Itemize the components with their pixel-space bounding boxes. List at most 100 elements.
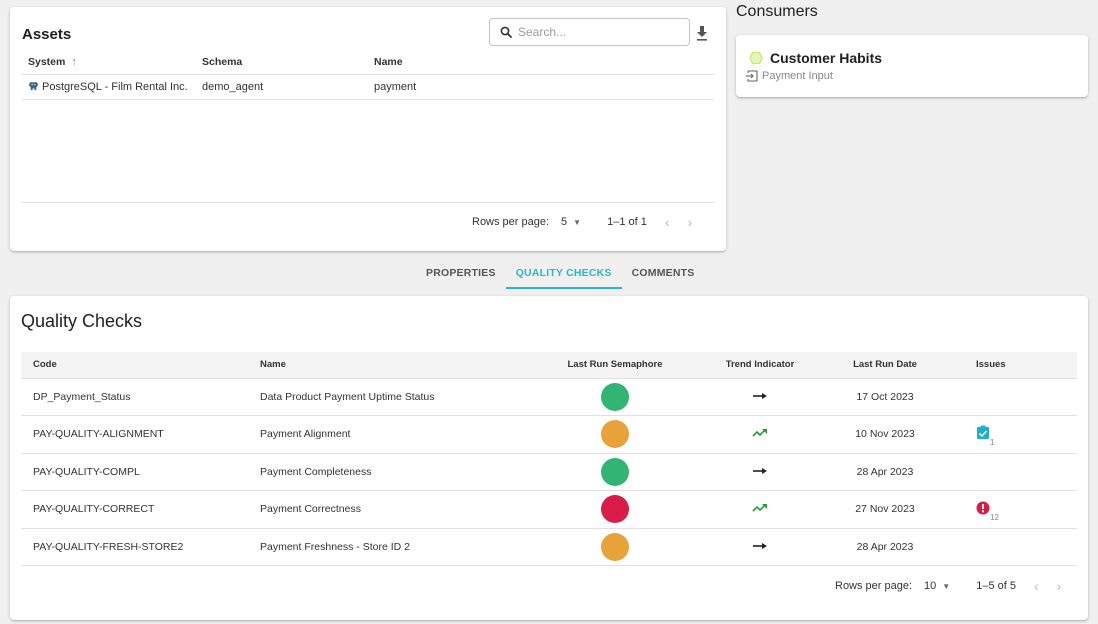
rows-per-page-label: Rows per page: bbox=[472, 216, 550, 228]
search-field[interactable] bbox=[489, 18, 690, 46]
issue-count: 1 bbox=[990, 438, 995, 448]
tab-quality-checks[interactable]: QUALITY CHECKS bbox=[505, 260, 622, 289]
cell-trend bbox=[700, 490, 820, 529]
consumer-port: Payment Input bbox=[745, 70, 833, 82]
cell-date: 27 Nov 2023 bbox=[820, 490, 950, 529]
rows-per-page-select[interactable]: 10 ▼ bbox=[924, 580, 950, 592]
postgresql-icon bbox=[29, 82, 38, 91]
column-header-name[interactable]: Name bbox=[368, 51, 714, 75]
cell-issues bbox=[950, 453, 1077, 491]
quality-checks-card: Quality Checks Code Name Last Run Semaph… bbox=[10, 296, 1088, 620]
sort-ascending-icon[interactable]: ↑ bbox=[71, 56, 77, 68]
trend-stable-icon bbox=[752, 541, 768, 553]
tab-bar: PROPERTIES QUALITY CHECKS COMMENTS bbox=[416, 260, 705, 289]
assets-title: Assets bbox=[22, 26, 72, 43]
cell-trend bbox=[700, 378, 820, 416]
quality-checks-table: Code Name Last Run Semaphore Trend Indic… bbox=[21, 352, 1077, 566]
page-range: 1–1 of 1 bbox=[607, 216, 647, 228]
cell-issues: 12 bbox=[950, 490, 1077, 529]
trend-up-icon bbox=[752, 503, 768, 516]
trend-up-icon bbox=[752, 428, 768, 441]
column-header-code[interactable]: Code bbox=[21, 352, 260, 379]
semaphore-red-indicator bbox=[601, 495, 629, 524]
cell-trend bbox=[700, 415, 820, 454]
column-header-name[interactable]: Name bbox=[260, 352, 530, 379]
cell-semaphore bbox=[530, 528, 700, 566]
column-header-trend[interactable]: Trend Indicator bbox=[700, 352, 820, 379]
semaphore-orange-indicator bbox=[601, 532, 629, 561]
semaphore-orange-indicator bbox=[601, 420, 629, 449]
cell-name: Payment Alignment bbox=[260, 415, 530, 454]
assets-table: System ↑ Schema Name PostgreSQL - Film Re… bbox=[22, 51, 714, 100]
alert-circle-icon bbox=[976, 501, 990, 518]
column-header-schema[interactable]: Schema bbox=[196, 51, 368, 75]
cell-name: Payment Freshness - Store ID 2 bbox=[260, 528, 530, 566]
tab-properties[interactable]: PROPERTIES bbox=[416, 260, 506, 289]
trend-stable-icon bbox=[752, 466, 768, 478]
column-header-system[interactable]: System ↑ bbox=[22, 51, 196, 75]
next-page-button[interactable]: › bbox=[688, 214, 693, 230]
column-header-semaphore[interactable]: Last Run Semaphore bbox=[530, 352, 700, 379]
cell-name: Payment Completeness bbox=[260, 453, 530, 491]
prev-page-button[interactable]: ‹ bbox=[1034, 578, 1039, 594]
qc-header-row: Code Name Last Run Semaphore Trend Indic… bbox=[21, 352, 1077, 379]
semaphore-green-indicator bbox=[601, 382, 629, 411]
table-row[interactable]: PAY-QUALITY-FRESH-STORE2 Payment Freshnes… bbox=[21, 528, 1077, 566]
input-icon bbox=[746, 70, 758, 82]
table-row[interactable]: PostgreSQL - Film Rental Inc. demo_agent… bbox=[22, 74, 714, 100]
cell-semaphore bbox=[530, 490, 700, 529]
issues-badge[interactable]: 12 bbox=[976, 501, 999, 522]
column-header-issues[interactable]: Issues bbox=[950, 352, 1077, 379]
cell-semaphore bbox=[530, 453, 700, 491]
trend-stable-icon bbox=[752, 391, 768, 403]
consumer-name[interactable]: Customer Habits bbox=[770, 50, 882, 66]
cell-issues bbox=[950, 378, 1077, 416]
table-row[interactable]: PAY-QUALITY-ALIGNMENT Payment Alignment 10… bbox=[21, 415, 1077, 454]
cell-code: DP_Payment_Status bbox=[21, 378, 260, 416]
cell-name: Data Product Payment Uptime Status bbox=[260, 378, 530, 416]
cell-name: payment bbox=[368, 74, 714, 100]
assets-pagination: Rows per page: 5 ▼ 1–1 of 1 ‹ › bbox=[472, 214, 692, 230]
cell-semaphore bbox=[530, 415, 700, 454]
cell-code: PAY-QUALITY-ALIGNMENT bbox=[21, 415, 260, 454]
assets-header-row: System ↑ Schema Name bbox=[22, 51, 714, 75]
quality-checks-title: Quality Checks bbox=[21, 311, 143, 331]
cell-code: PAY-QUALITY-FRESH-STORE2 bbox=[21, 528, 260, 566]
clipboard-check-icon bbox=[976, 425, 990, 443]
issue-count: 12 bbox=[990, 512, 999, 522]
search-input[interactable] bbox=[518, 25, 678, 39]
cell-trend bbox=[700, 528, 820, 566]
cell-code: PAY-QUALITY-COMPL bbox=[21, 453, 260, 491]
divider bbox=[22, 202, 714, 203]
tab-comments[interactable]: COMMENTS bbox=[622, 260, 705, 289]
cell-semaphore bbox=[530, 378, 700, 416]
cell-date: 17 Oct 2023 bbox=[820, 378, 950, 416]
consumers-title: Consumers bbox=[736, 3, 818, 20]
caret-down-icon: ▼ bbox=[573, 217, 582, 227]
page-range: 1–5 of 5 bbox=[976, 580, 1016, 592]
cell-issues: 1 bbox=[950, 415, 1077, 454]
table-row[interactable]: DP_Payment_Status Data Product Payment Up… bbox=[21, 378, 1077, 416]
prev-page-button[interactable]: ‹ bbox=[665, 214, 670, 230]
cell-date: 10 Nov 2023 bbox=[820, 415, 950, 454]
rows-per-page-label: Rows per page: bbox=[835, 580, 913, 592]
semaphore-green-indicator bbox=[601, 457, 629, 486]
assets-card: Assets System↑ Schema Name Po bbox=[10, 7, 726, 251]
cell-date: 28 Apr 2023 bbox=[820, 453, 950, 491]
cell-schema: demo_agent bbox=[196, 74, 368, 100]
consumer-card[interactable]: Customer Habits Payment Input bbox=[736, 35, 1088, 97]
quality-checks-pagination: Rows per page: 10 ▼ 1–5 of 5 ‹ › bbox=[835, 578, 1061, 594]
column-header-date[interactable]: Last Run Date bbox=[820, 352, 950, 379]
next-page-button[interactable]: › bbox=[1057, 578, 1062, 594]
cell-issues bbox=[950, 528, 1077, 566]
download-icon[interactable] bbox=[694, 24, 710, 42]
hexagon-icon bbox=[749, 51, 763, 65]
cell-date: 28 Apr 2023 bbox=[820, 528, 950, 566]
cell-system: PostgreSQL - Film Rental Inc. bbox=[22, 74, 196, 100]
rows-per-page-select[interactable]: 5 ▼ bbox=[561, 216, 581, 228]
table-row[interactable]: PAY-QUALITY-COMPL Payment Completeness 28 … bbox=[21, 453, 1077, 491]
table-row[interactable]: PAY-QUALITY-CORRECT Payment Correctness 27… bbox=[21, 490, 1077, 529]
cell-name: Payment Correctness bbox=[260, 490, 530, 529]
issues-badge[interactable]: 1 bbox=[976, 425, 994, 447]
search-icon bbox=[500, 26, 512, 38]
